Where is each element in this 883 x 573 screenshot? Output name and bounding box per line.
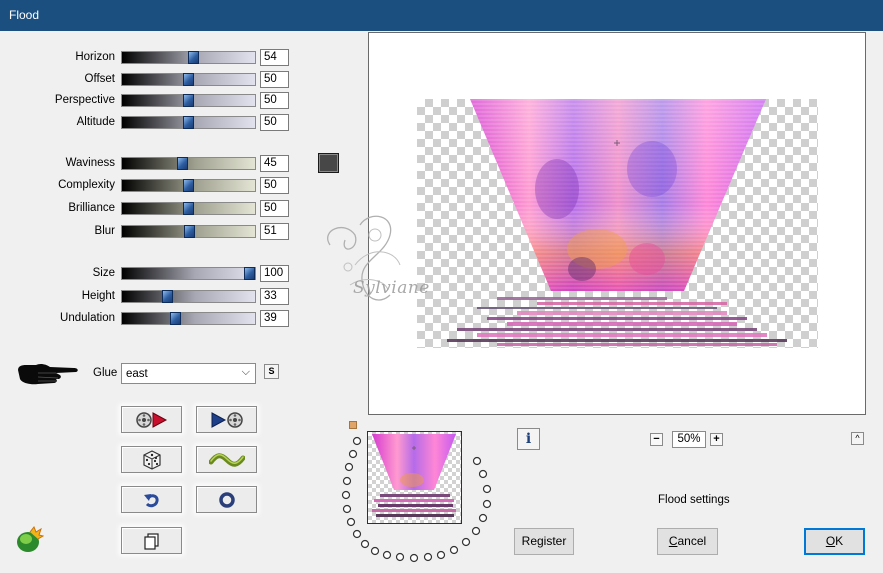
watermark-text: Sylviane bbox=[353, 278, 430, 298]
undo-arrow-icon bbox=[143, 493, 159, 507]
height-slider-thumb[interactable] bbox=[162, 290, 173, 303]
forward-film-reel-icon bbox=[211, 411, 243, 428]
undulation-label: Undulation bbox=[60, 312, 115, 324]
brilliance-slider[interactable] bbox=[121, 202, 256, 215]
ok-mnemonic: O bbox=[825, 534, 836, 548]
horizon-value-field[interactable]: 54 bbox=[260, 49, 289, 66]
info-button[interactable]: i bbox=[517, 428, 540, 450]
offset-slider-thumb[interactable] bbox=[183, 73, 194, 86]
height-slider[interactable] bbox=[121, 290, 256, 303]
complexity-slider[interactable] bbox=[121, 179, 256, 192]
offset-slider[interactable] bbox=[121, 73, 256, 86]
height-label: Height bbox=[81, 290, 115, 302]
complexity-value-field[interactable]: 50 bbox=[260, 177, 289, 194]
undo-button[interactable] bbox=[121, 486, 182, 513]
forward-film-reel-button[interactable] bbox=[196, 406, 257, 433]
blur-value-field[interactable]: 51 bbox=[260, 223, 289, 240]
altitude-slider-thumb[interactable] bbox=[183, 116, 194, 129]
offset-label: Offset bbox=[84, 73, 115, 85]
copy-button[interactable] bbox=[121, 527, 182, 554]
zoom-in-button[interactable]: + bbox=[710, 433, 723, 446]
status-text: Flood settings bbox=[658, 494, 730, 506]
offset-value-field[interactable]: 50 bbox=[260, 71, 289, 88]
reset-ring-icon bbox=[218, 491, 235, 508]
zoom-out-button[interactable]: − bbox=[650, 433, 663, 446]
randomize-button[interactable] bbox=[121, 446, 182, 473]
size-value-field[interactable]: 100 bbox=[260, 265, 289, 282]
waviness-slider[interactable] bbox=[121, 157, 256, 170]
undulation-slider-thumb[interactable] bbox=[170, 312, 181, 325]
waviness-value-field[interactable]: 45 bbox=[260, 155, 289, 172]
wave-button[interactable] bbox=[196, 446, 257, 473]
ok-label: K bbox=[835, 534, 844, 548]
glue-s-button[interactable]: S bbox=[264, 364, 279, 379]
expand-button[interactable]: ^ bbox=[851, 432, 864, 445]
copy-pages-icon bbox=[143, 532, 159, 550]
window-title: Flood bbox=[9, 8, 40, 22]
filter-logo-icon bbox=[17, 526, 44, 552]
size-label: Size bbox=[92, 267, 115, 279]
blur-slider[interactable] bbox=[121, 225, 256, 238]
dice-icon bbox=[142, 449, 161, 470]
pointing-hand-icon bbox=[18, 363, 78, 385]
height-value-field[interactable]: 33 bbox=[260, 288, 289, 305]
blur-label: Blur bbox=[94, 225, 115, 237]
reset-button[interactable] bbox=[196, 486, 257, 513]
size-slider-thumb[interactable] bbox=[244, 267, 255, 280]
undulation-slider[interactable] bbox=[121, 312, 256, 325]
preview-image bbox=[417, 99, 818, 348]
brilliance-slider-thumb[interactable] bbox=[183, 202, 194, 215]
chevron-down-icon: ⌵ bbox=[241, 366, 250, 378]
complexity-label: Complexity bbox=[58, 179, 115, 191]
zoom-level[interactable]: 50% bbox=[672, 431, 706, 448]
complexity-slider-thumb[interactable] bbox=[183, 179, 194, 192]
waviness-label: Waviness bbox=[65, 157, 115, 169]
horizon-slider-thumb[interactable] bbox=[188, 51, 199, 64]
wave-color-swatch[interactable] bbox=[318, 153, 339, 173]
wave-icon bbox=[208, 452, 245, 467]
waviness-slider-thumb[interactable] bbox=[177, 157, 188, 170]
altitude-label: Altitude bbox=[76, 116, 115, 128]
flood-dialog: Flood Horizon 54 Offset 50 Perspective 50 Alti… bbox=[0, 0, 883, 573]
glue-label: Glue bbox=[93, 367, 118, 379]
horizon-slider[interactable] bbox=[121, 51, 256, 64]
altitude-slider[interactable] bbox=[121, 116, 256, 129]
cancel-label: ancel bbox=[677, 534, 707, 548]
horizon-label: Horizon bbox=[75, 51, 115, 63]
glue-selected-value: east bbox=[126, 368, 148, 380]
watermark-logo bbox=[327, 215, 401, 301]
size-slider[interactable] bbox=[121, 267, 256, 280]
glue-dropdown[interactable]: east ⌵ bbox=[121, 363, 256, 384]
blur-slider-thumb[interactable] bbox=[184, 225, 195, 238]
title-bar: Flood bbox=[0, 0, 883, 31]
cancel-button[interactable]: Cancel bbox=[657, 528, 718, 555]
film-reel-forward-button[interactable] bbox=[121, 406, 182, 433]
perspective-value-field[interactable]: 50 bbox=[260, 92, 289, 109]
perspective-slider[interactable] bbox=[121, 94, 256, 107]
ok-button[interactable]: OK bbox=[804, 528, 865, 555]
altitude-value-field[interactable]: 50 bbox=[260, 114, 289, 131]
perspective-label: Perspective bbox=[54, 94, 115, 106]
perspective-slider-thumb[interactable] bbox=[183, 94, 194, 107]
film-reel-forward-icon bbox=[135, 411, 167, 428]
brilliance-label: Brilliance bbox=[68, 202, 115, 214]
navigator-thumbnail[interactable] bbox=[367, 431, 462, 524]
undulation-value-field[interactable]: 39 bbox=[260, 310, 289, 327]
register-button[interactable]: Register bbox=[514, 528, 574, 555]
brilliance-value-field[interactable]: 50 bbox=[260, 200, 289, 217]
